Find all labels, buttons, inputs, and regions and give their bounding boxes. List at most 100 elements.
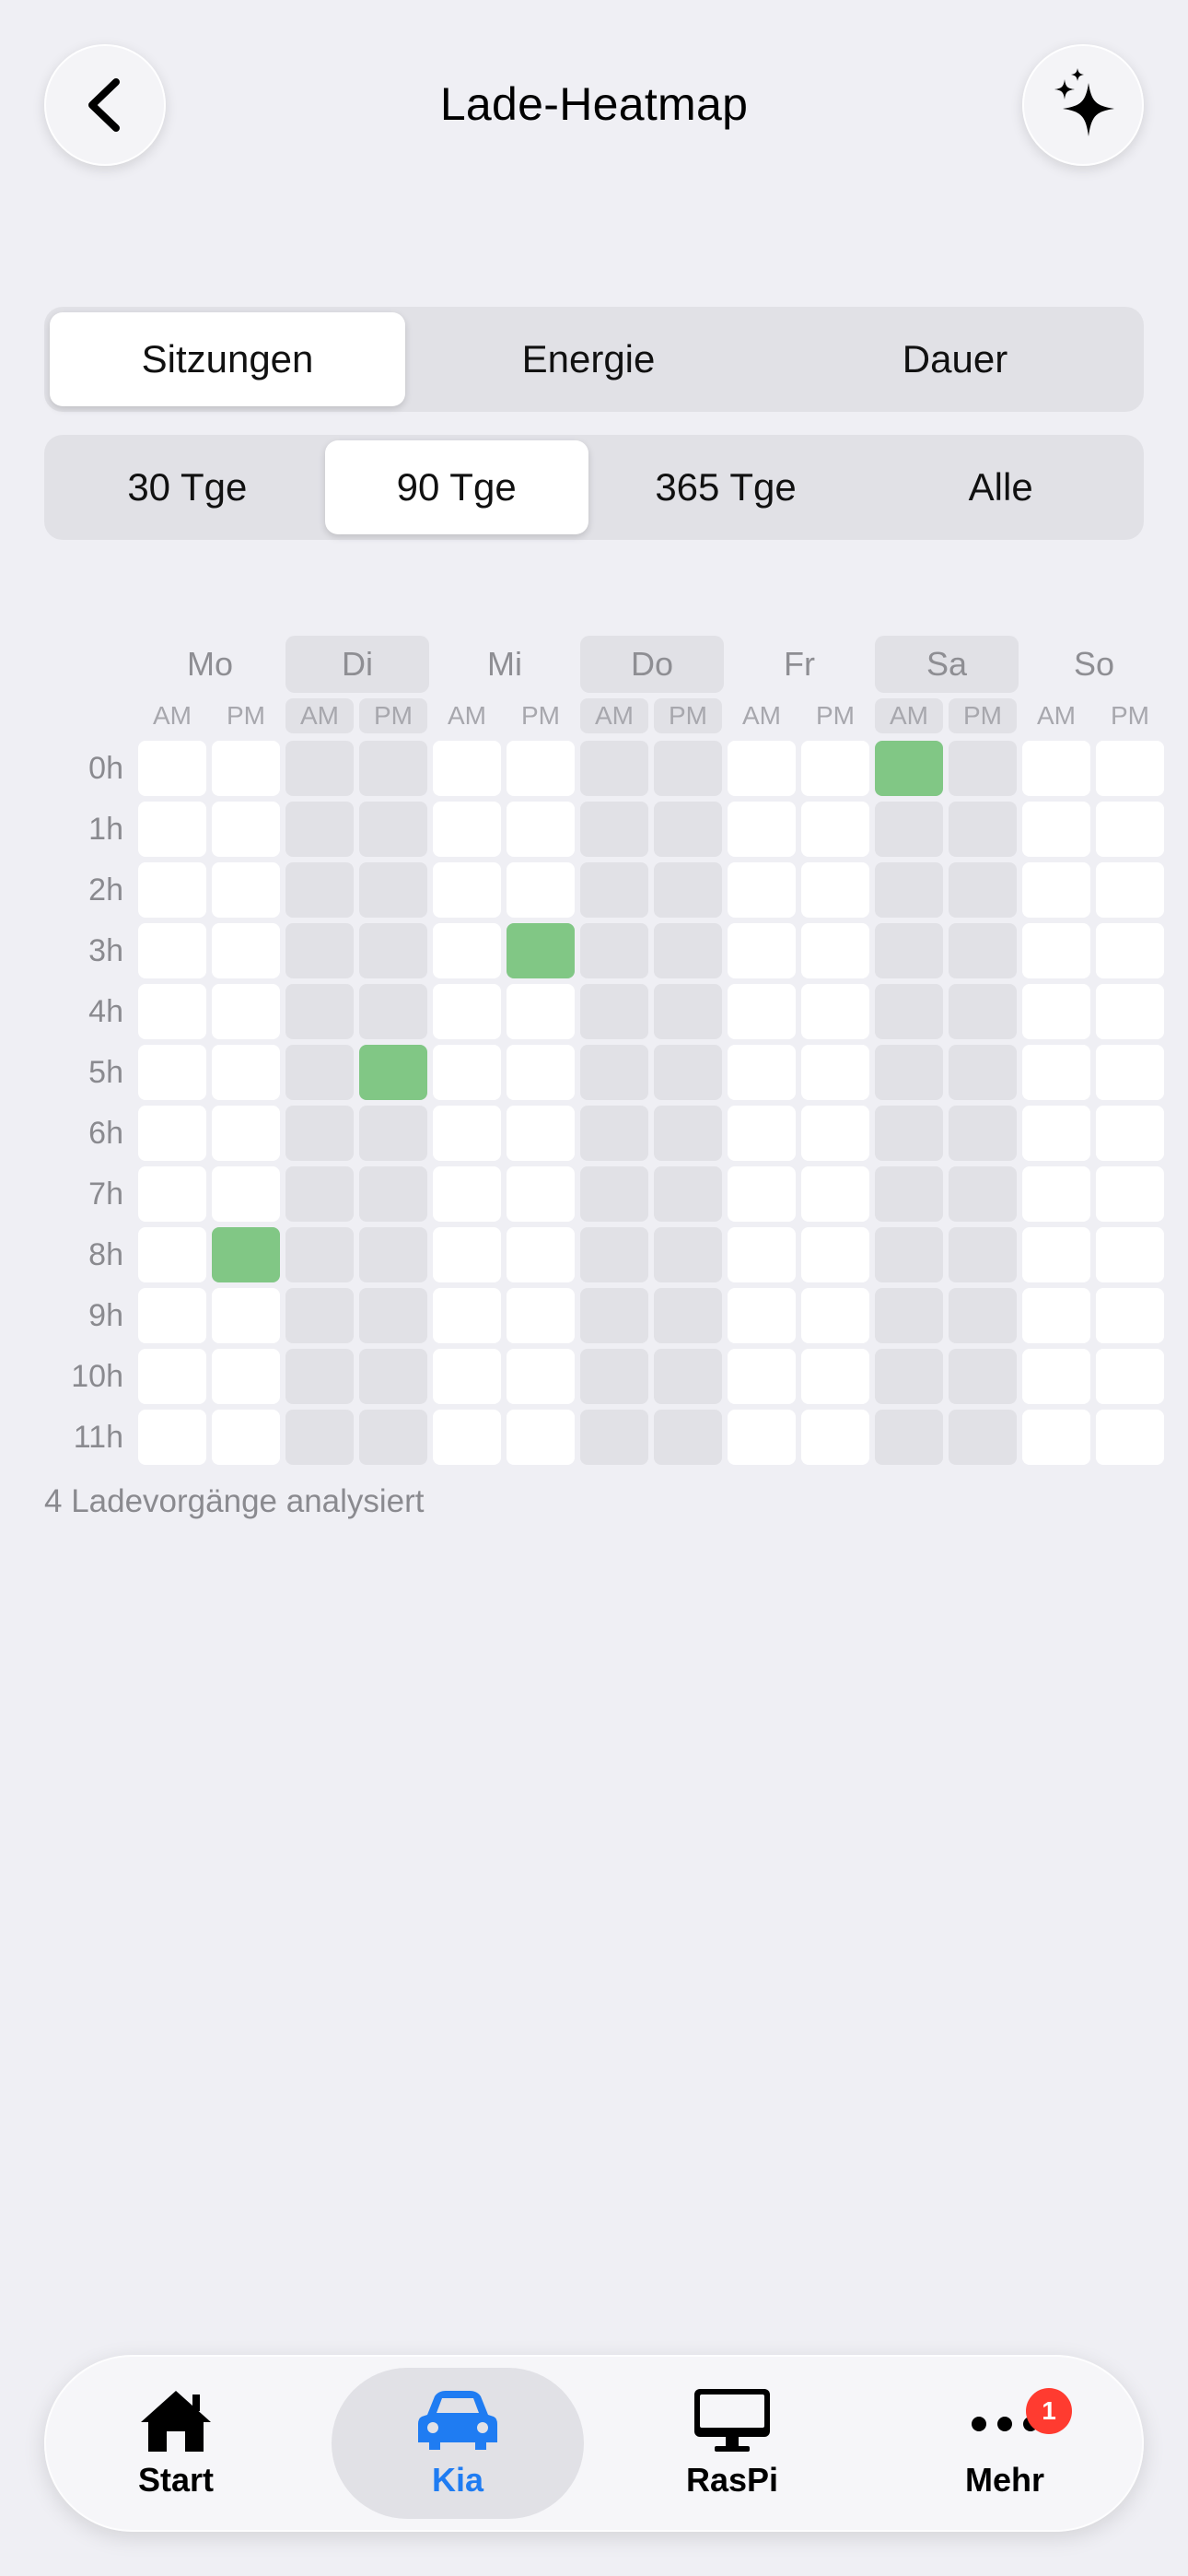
heatmap-cell[interactable] [580,1045,648,1100]
heatmap-cell[interactable] [507,1227,575,1282]
heatmap-cell[interactable] [875,923,943,978]
heatmap-cell[interactable] [728,1410,796,1465]
heatmap-cell[interactable] [1022,1045,1090,1100]
heatmap-cell[interactable] [875,1349,943,1404]
heatmap-cell[interactable] [875,741,943,796]
heatmap-cell[interactable] [433,802,501,857]
heatmap-cell[interactable] [801,1349,869,1404]
heatmap-cell[interactable] [801,862,869,918]
heatmap-cell[interactable] [1096,741,1164,796]
heatmap-cell[interactable] [580,984,648,1039]
heatmap-cell[interactable] [1096,1166,1164,1222]
heatmap-cell[interactable] [507,923,575,978]
heatmap-cell[interactable] [1022,741,1090,796]
heatmap-cell[interactable] [654,1106,722,1161]
heatmap-cell[interactable] [285,1166,354,1222]
heatmap-cell[interactable] [1022,984,1090,1039]
heatmap-cell[interactable] [801,1106,869,1161]
heatmap-cell[interactable] [359,862,427,918]
heatmap-cell[interactable] [507,1288,575,1343]
heatmap-cell[interactable] [212,1410,280,1465]
heatmap-cell[interactable] [728,741,796,796]
heatmap-cell[interactable] [728,1166,796,1222]
tab-mehr[interactable]: Mehr 1 [879,2368,1131,2519]
heatmap-cell[interactable] [285,1045,354,1100]
heatmap-cell[interactable] [1096,1288,1164,1343]
heatmap-cell[interactable] [212,984,280,1039]
heatmap-cell[interactable] [1096,1410,1164,1465]
tab-365-days[interactable]: 365 Tge [588,440,864,534]
heatmap-cell[interactable] [1022,1227,1090,1282]
tab-30-days[interactable]: 30 Tge [50,440,325,534]
heatmap-cell[interactable] [580,862,648,918]
heatmap-cell[interactable] [138,741,206,796]
heatmap-cell[interactable] [801,1045,869,1100]
heatmap-cell[interactable] [138,1288,206,1343]
heatmap-cell[interactable] [212,802,280,857]
heatmap-cell[interactable] [580,923,648,978]
heatmap-cell[interactable] [949,1045,1017,1100]
heatmap-cell[interactable] [654,862,722,918]
heatmap-cell[interactable] [654,1227,722,1282]
heatmap-cell[interactable] [359,802,427,857]
tab-start[interactable]: Start [50,2368,302,2519]
tab-kia[interactable]: Kia [332,2368,584,2519]
heatmap-cell[interactable] [949,1410,1017,1465]
heatmap-cell[interactable] [801,923,869,978]
heatmap-cell[interactable] [285,923,354,978]
heatmap-cell[interactable] [728,1288,796,1343]
heatmap-cell[interactable] [875,1106,943,1161]
heatmap-cell[interactable] [285,984,354,1039]
heatmap-cell[interactable] [654,1045,722,1100]
heatmap-cell[interactable] [359,1045,427,1100]
heatmap-cell[interactable] [433,741,501,796]
heatmap-cell[interactable] [728,1349,796,1404]
heatmap-cell[interactable] [359,1106,427,1161]
tab-raspi[interactable]: RasPi [606,2368,858,2519]
heatmap-cell[interactable] [949,1106,1017,1161]
heatmap-cell[interactable] [138,1045,206,1100]
tab-sitzungen[interactable]: Sitzungen [50,312,405,406]
heatmap-cell[interactable] [1022,1349,1090,1404]
heatmap-cell[interactable] [507,862,575,918]
heatmap-cell[interactable] [1022,862,1090,918]
tab-all[interactable]: Alle [863,440,1138,534]
heatmap-cell[interactable] [433,1045,501,1100]
heatmap-cell[interactable] [285,1227,354,1282]
heatmap-cell[interactable] [433,1106,501,1161]
heatmap-cell[interactable] [875,1288,943,1343]
heatmap-cell[interactable] [728,802,796,857]
heatmap-cell[interactable] [507,1045,575,1100]
heatmap-cell[interactable] [875,862,943,918]
heatmap-cell[interactable] [285,1410,354,1465]
heatmap-cell[interactable] [949,923,1017,978]
heatmap-cell[interactable] [507,984,575,1039]
heatmap-cell[interactable] [949,984,1017,1039]
heatmap-cell[interactable] [654,802,722,857]
heatmap-cell[interactable] [1022,1288,1090,1343]
heatmap-cell[interactable] [949,862,1017,918]
heatmap-cell[interactable] [433,1166,501,1222]
heatmap-cell[interactable] [359,923,427,978]
heatmap-cell[interactable] [433,1288,501,1343]
heatmap-cell[interactable] [1096,1045,1164,1100]
heatmap-cell[interactable] [433,984,501,1039]
heatmap-cell[interactable] [580,1166,648,1222]
heatmap-cell[interactable] [1096,1349,1164,1404]
heatmap-cell[interactable] [212,862,280,918]
heatmap-cell[interactable] [875,802,943,857]
heatmap-cell[interactable] [875,1045,943,1100]
heatmap-cell[interactable] [875,984,943,1039]
heatmap-cell[interactable] [138,984,206,1039]
heatmap-cell[interactable] [212,923,280,978]
heatmap-cell[interactable] [285,1106,354,1161]
heatmap-cell[interactable] [433,1410,501,1465]
heatmap-cell[interactable] [138,1410,206,1465]
heatmap-cell[interactable] [507,741,575,796]
heatmap-cell[interactable] [507,1166,575,1222]
heatmap-cell[interactable] [359,1166,427,1222]
heatmap-cell[interactable] [212,1045,280,1100]
heatmap-cell[interactable] [728,984,796,1039]
tab-energie[interactable]: Energie [405,312,772,406]
heatmap-cell[interactable] [1022,1166,1090,1222]
